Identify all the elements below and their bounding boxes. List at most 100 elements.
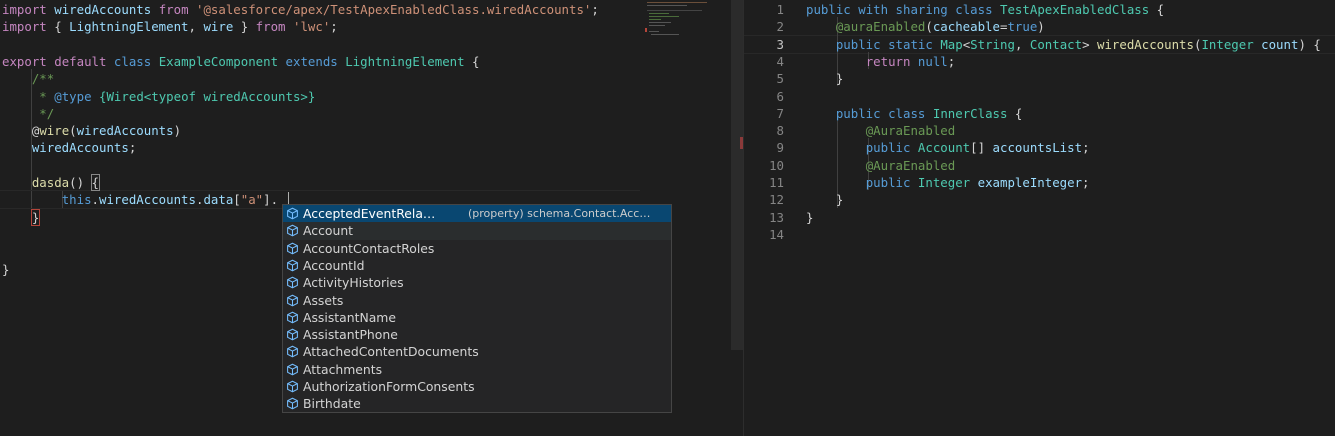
code-token: Integer <box>1201 36 1254 52</box>
code-token: public <box>835 36 881 52</box>
code-line[interactable]: } <box>2 208 41 226</box>
matching-brace: } <box>30 208 41 226</box>
code-token: ( <box>925 19 933 35</box>
code-token: export <box>2 53 47 69</box>
code-line[interactable]: public with sharing class TestApexEnable… <box>806 1 1164 18</box>
code-line[interactable]: } <box>806 191 843 208</box>
suggest-widget[interactable]: AcceptedEventRela… (property) schema.Cont… <box>282 204 672 413</box>
suggest-item-label: AttachedContentDocuments <box>303 344 479 360</box>
code-line[interactable]: export default class ExampleComponent ex… <box>2 53 480 70</box>
code-line[interactable]: wiredAccounts; <box>2 139 136 156</box>
code-line[interactable]: @AuraEnabled <box>806 122 956 139</box>
suggest-item[interactable]: AssistantName <box>283 309 671 326</box>
suggest-item[interactable]: AcceptedEventRela… (property) schema.Cont… <box>283 205 671 223</box>
code-line[interactable]: @auraEnabled(cacheable=true) <box>806 18 1045 35</box>
code-token: } <box>806 209 814 225</box>
code-line[interactable]: dasda() { <box>2 174 101 191</box>
code-token: public <box>835 105 881 121</box>
code-line[interactable]: public Account[] accountsList; <box>806 139 1090 156</box>
code-token: ; <box>1082 140 1090 156</box>
code-token: [] <box>970 140 993 156</box>
suggest-item-label: AssistantPhone <box>303 327 398 343</box>
code-token: @AuraEnabled <box>865 123 956 139</box>
code-line[interactable]: } <box>806 209 813 226</box>
code-line[interactable]: import { LightningElement, wire } from '… <box>2 18 338 35</box>
code-token: } <box>806 192 844 208</box>
code-token: InnerClass <box>932 105 1008 121</box>
code-token: String <box>970 36 1015 52</box>
code-token: { <box>90 174 101 191</box>
property-cube-icon <box>287 242 298 254</box>
minimap[interactable] <box>645 0 730 40</box>
code-token: null <box>917 53 948 69</box>
code-token: Contact <box>1029 36 1083 52</box>
code-token: @type <box>54 88 92 104</box>
code-line[interactable]: return null; <box>806 53 956 70</box>
code-token: Account <box>917 140 971 156</box>
property-cube-icon <box>287 311 298 324</box>
suggest-item[interactable]: AccountContactRoles <box>283 240 671 257</box>
code-token: , <box>1014 36 1030 52</box>
property-cube-icon <box>287 328 298 341</box>
code-token: */ <box>31 105 55 121</box>
code-line[interactable]: */ <box>2 105 54 122</box>
suggest-item[interactable]: AccountId <box>283 257 671 274</box>
suggest-item[interactable]: AssistantPhone <box>283 326 671 343</box>
code-token: {Wired<typeof wiredAccounts>} <box>99 88 316 104</box>
code-token: ( <box>69 123 77 139</box>
code-token: wiredAccounts <box>54 2 152 17</box>
code-line[interactable]: public class InnerClass { <box>806 105 1023 122</box>
line-number: 13 <box>769 209 784 225</box>
code-token: wiredAccounts <box>31 140 129 156</box>
code-line[interactable]: this.wiredAccounts.data["a"]. <box>2 191 278 208</box>
code-token: public <box>806 2 851 17</box>
code-line[interactable]: public Integer exampleInteger; <box>806 174 1090 191</box>
line-number: 11 <box>769 175 784 190</box>
code-token: } <box>806 71 844 87</box>
code-token: ) <box>1037 19 1045 35</box>
code-token: cacheable <box>932 19 1000 35</box>
suggest-item-label: Account <box>303 223 354 239</box>
suggest-item[interactable]: ActivityHistories <box>283 274 671 291</box>
code-line[interactable]: /** <box>2 70 54 87</box>
code-line[interactable]: import wiredAccounts from '@salesforce/a… <box>2 1 599 18</box>
suggest-item[interactable]: AuthorizationFormConsents <box>283 378 671 395</box>
code-line[interactable]: } <box>2 261 9 278</box>
suggest-item[interactable]: Account <box>283 222 671 240</box>
code-line[interactable]: * @type {Wired<typeof wiredAccounts>} <box>2 88 315 105</box>
left-editor-scrollbar[interactable] <box>731 0 743 350</box>
code-token: ]. <box>263 192 279 208</box>
line-number: 8 <box>776 123 784 139</box>
suggest-item[interactable]: AttachedContentDocuments <box>283 343 671 360</box>
code-line[interactable]: public static Map<String, Contact> wired… <box>806 36 1321 53</box>
line-number: 2 <box>776 19 784 35</box>
code-token: ; <box>947 53 956 69</box>
code-token: public <box>865 140 911 156</box>
property-cube-icon <box>287 363 298 376</box>
property-cube-icon <box>287 346 298 358</box>
code-token: with <box>858 2 889 17</box>
code-token: } <box>233 19 256 35</box>
line-number: 12 <box>769 192 784 208</box>
suggest-item[interactable]: Assets <box>283 292 671 309</box>
right-editor-pane[interactable]: public with sharing class TestApexEnable… <box>744 0 1335 436</box>
code-line[interactable]: @wire(wiredAccounts) <box>2 122 181 139</box>
code-line[interactable]: } <box>806 70 843 87</box>
code-line[interactable]: @AuraEnabled <box>806 157 956 174</box>
code-token: @auraEnabled <box>835 19 926 35</box>
suggest-item-label: Birthdate <box>303 396 361 412</box>
suggest-item[interactable]: Birthdate <box>283 395 671 412</box>
code-token: class <box>888 105 926 121</box>
suggest-item[interactable]: Attachments <box>283 361 671 378</box>
code-token: @AuraEnabled <box>865 157 956 173</box>
